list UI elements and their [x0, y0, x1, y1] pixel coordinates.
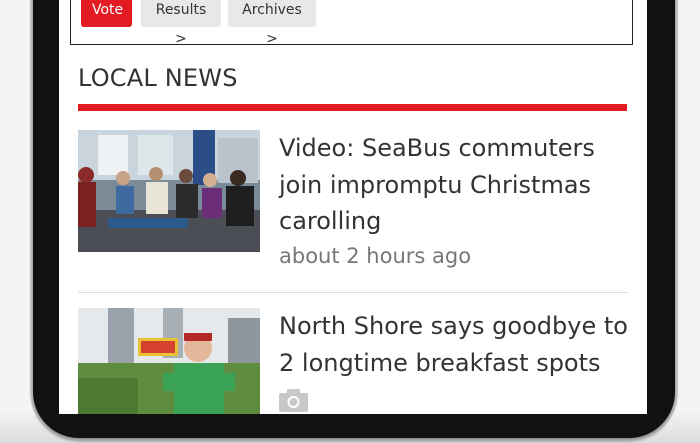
- vote-button[interactable]: Vote: [81, 0, 132, 27]
- phone-screen: Vote Results > Archives > LOCAL NEWS Vid…: [59, 0, 647, 414]
- seabus-commuters-photo[interactable]: [78, 130, 260, 252]
- camera-icon: [279, 388, 308, 412]
- story-headline[interactable]: North Shore says goodbye to 2 longtime b…: [279, 308, 634, 381]
- section-title-underline: [78, 104, 627, 111]
- archives-button[interactable]: Archives >: [228, 0, 316, 47]
- news-story-item[interactable]: Video: SeaBus commuters join impromptu C…: [78, 130, 627, 280]
- story-timestamp: about 2 hours ago: [279, 244, 472, 268]
- results-button[interactable]: Results >: [141, 0, 221, 47]
- section-title: LOCAL NEWS: [78, 64, 238, 92]
- news-story-item[interactable]: North Shore says goodbye to 2 longtime b…: [78, 308, 628, 414]
- poll-box: Vote Results > Archives >: [70, 0, 633, 47]
- story-headline[interactable]: Video: SeaBus commuters join impromptu C…: [279, 130, 634, 240]
- breakfast-spot-photo[interactable]: [78, 308, 260, 414]
- story-divider: [78, 292, 627, 293]
